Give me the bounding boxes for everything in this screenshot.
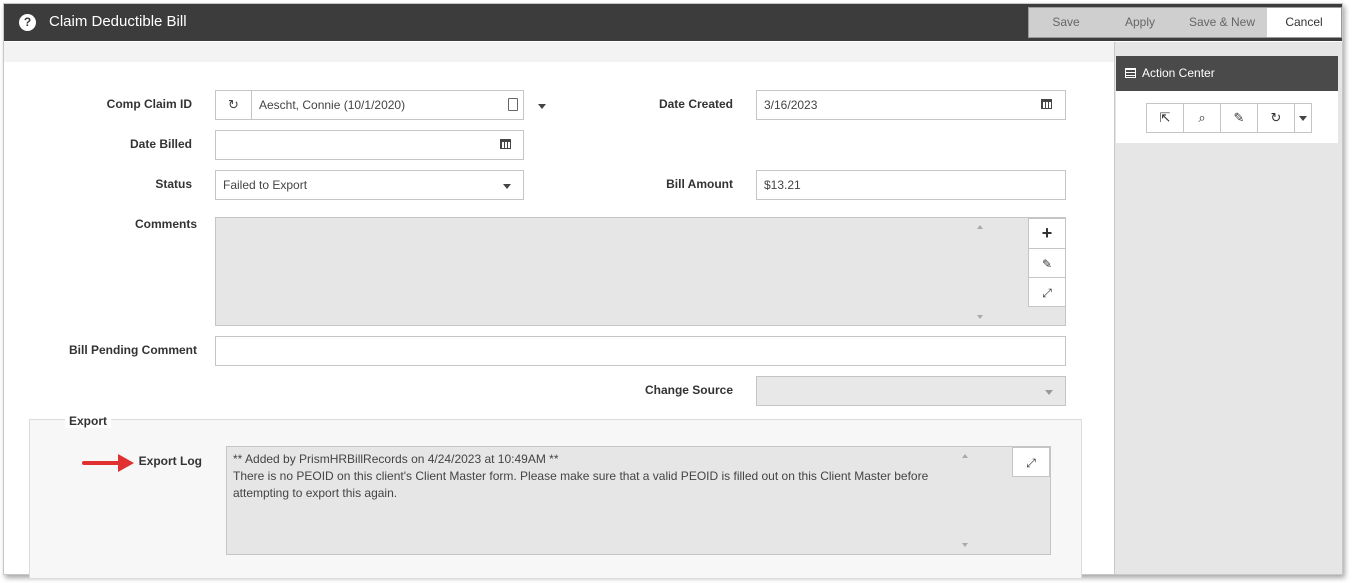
expand-comment-button[interactable]: ⤢ xyxy=(1028,277,1066,307)
annotation-arrow-head xyxy=(118,454,134,472)
chevron-down-icon[interactable] xyxy=(503,184,511,189)
add-comment-button[interactable]: + xyxy=(1028,218,1066,249)
server-icon xyxy=(1125,68,1136,78)
form-top-strip xyxy=(4,42,1114,62)
date-created-label: Date Created xyxy=(658,97,733,111)
bill-amount-value: $13.21 xyxy=(764,178,801,192)
chevron-down-icon xyxy=(1299,116,1307,121)
date-billed-label: Date Billed xyxy=(129,137,192,151)
refresh-icon: ↻ xyxy=(1270,110,1282,125)
action-tool-group: ⇱ ⌕ ✎ ↻ xyxy=(1146,103,1312,133)
bill-pending-comment-label: Bill Pending Comment xyxy=(68,343,197,357)
search-button[interactable]: ⌕ xyxy=(1184,104,1221,132)
open-link-icon: ↻ xyxy=(228,97,239,112)
comp-claim-refresh-button[interactable]: ↻ xyxy=(215,90,252,120)
comp-claim-id-value: Aescht, Connie (10/1/2020) xyxy=(259,98,406,112)
bill-amount-label: Bill Amount xyxy=(666,177,733,191)
apply-button[interactable]: Apply xyxy=(1103,8,1177,37)
chevron-down-icon[interactable] xyxy=(1045,390,1053,395)
bill-pending-comment-input[interactable] xyxy=(215,336,1066,366)
calendar-icon[interactable] xyxy=(1041,99,1052,109)
date-created-input[interactable]: 3/16/2023 xyxy=(756,90,1066,120)
export-log-textarea[interactable]: ** Added by PrismHRBillRecords on 4/24/2… xyxy=(226,446,1051,555)
dialog-window: ? Claim Deductible Bill Save Apply Save … xyxy=(3,3,1343,579)
comments-textarea[interactable] xyxy=(215,217,1066,326)
status-label: Status xyxy=(155,177,192,191)
title-bar: ? Claim Deductible Bill Save Apply Save … xyxy=(4,4,1342,41)
comp-claim-id-select[interactable]: Aescht, Connie (10/1/2020) xyxy=(251,90,546,120)
status-select[interactable]: Failed to Export xyxy=(215,170,524,200)
external-link-icon: ⇱ xyxy=(1159,110,1171,125)
export-log-line: ** Added by PrismHRBillRecords on 4/24/2… xyxy=(233,452,559,466)
window-title: Claim Deductible Bill xyxy=(49,13,187,30)
more-dropdown-button[interactable] xyxy=(1295,104,1311,132)
action-center-toolbar: ⇱ ⌕ ✎ ↻ xyxy=(1116,91,1338,143)
annotation-arrow xyxy=(82,461,120,465)
search-icon: ⌕ xyxy=(1198,110,1206,125)
change-source-label: Change Source xyxy=(644,383,733,397)
comments-label: Comments xyxy=(134,217,197,231)
open-external-button[interactable]: ⇱ xyxy=(1147,104,1184,132)
expand-log-button[interactable]: ⤢ xyxy=(1012,447,1050,477)
edit-icon: ✎ xyxy=(1041,257,1053,271)
bill-amount-input[interactable]: $13.21 xyxy=(756,170,1066,200)
export-section-title: Export xyxy=(65,414,112,428)
action-center-header: Action Center xyxy=(1116,56,1338,91)
export-section: ** Added by PrismHRBillRecords on 4/24/2… xyxy=(29,419,1082,579)
action-center-panel: Action Center ⇱ ⌕ ✎ ↻ xyxy=(1114,42,1342,574)
expand-icon: ⤢ xyxy=(1026,456,1036,470)
contact-card-icon[interactable] xyxy=(508,98,518,111)
edit-comment-button[interactable]: ✎ xyxy=(1028,248,1066,278)
scroll-down-icon[interactable] xyxy=(977,315,983,319)
status-value: Failed to Export xyxy=(223,178,308,192)
export-log-label: Export Log xyxy=(138,454,202,468)
action-button-group: Save Apply Save & New Cancel xyxy=(1028,7,1342,38)
export-log-line: There is no PEOID on this client's Clien… xyxy=(233,469,929,500)
save-new-button[interactable]: Save & New xyxy=(1177,8,1267,37)
change-source-select[interactable] xyxy=(756,376,1066,406)
scroll-up-icon[interactable] xyxy=(962,454,968,458)
date-billed-input[interactable] xyxy=(215,130,524,160)
date-created-value: 3/16/2023 xyxy=(764,98,818,112)
save-button[interactable]: Save xyxy=(1029,8,1103,37)
refresh-button[interactable]: ↻ xyxy=(1258,104,1295,132)
chevron-down-icon[interactable] xyxy=(538,104,546,109)
calendar-icon[interactable] xyxy=(500,139,511,149)
scroll-up-icon[interactable] xyxy=(977,225,983,229)
help-icon[interactable]: ? xyxy=(19,14,36,31)
action-center-title: Action Center xyxy=(1142,66,1215,80)
comp-claim-id-label: Comp Claim ID xyxy=(106,97,192,111)
pin-icon: ✎ xyxy=(1233,110,1245,125)
pin-button[interactable]: ✎ xyxy=(1221,104,1258,132)
scroll-down-icon[interactable] xyxy=(962,543,968,547)
cancel-button[interactable]: Cancel xyxy=(1267,8,1341,37)
expand-icon: ⤢ xyxy=(1042,286,1052,300)
export-log-text: ** Added by PrismHRBillRecords on 4/24/2… xyxy=(233,451,953,502)
plus-icon: + xyxy=(1041,223,1053,243)
